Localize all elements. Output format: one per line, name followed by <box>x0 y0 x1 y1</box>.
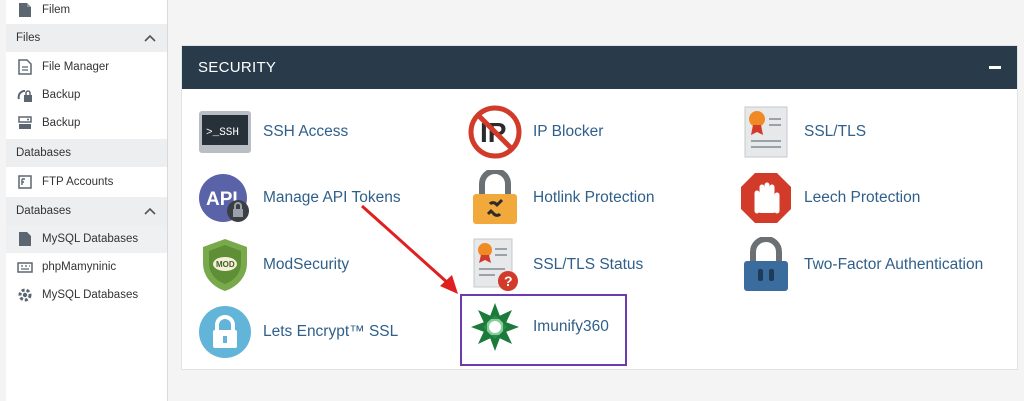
ip-blocker-icon: IP <box>467 104 523 160</box>
certificate-status-icon: ? <box>467 237 523 293</box>
highlight-box <box>460 294 627 366</box>
tool-ssl-tls[interactable]: SSL/TLS <box>738 104 866 160</box>
sidebar-item-mysql-databases-2[interactable]: MySQL Databases <box>6 281 167 309</box>
tool-label: Hotlink Protection <box>533 189 655 206</box>
tool-two-factor-authentication[interactable]: Two-Factor Authentication <box>738 237 983 293</box>
sidebar-item-label: Backup <box>42 89 81 101</box>
php-icon <box>16 258 34 276</box>
chevron-up-icon <box>144 34 156 42</box>
sidebar-item-label: MySQL Databases <box>42 289 139 301</box>
sidebar-item-mysql-databases[interactable]: MySQL Databases <box>6 225 167 253</box>
section-label: Files <box>16 32 41 44</box>
file-icon <box>16 1 34 19</box>
sidebar-item-label: phpMamyninic <box>42 261 117 273</box>
sidebar-item-phpmyadmin[interactable]: phpMamyninic <box>6 253 167 281</box>
api-icon: API <box>197 170 253 226</box>
sidebar-item-filem[interactable]: Filem <box>6 0 167 24</box>
shield-icon: MOD <box>197 237 253 293</box>
document-icon <box>16 58 34 76</box>
sidebar-item-label: Filem <box>42 4 71 16</box>
tool-leech-protection[interactable]: Leech Protection <box>738 170 920 226</box>
backup-drive-icon <box>16 114 34 132</box>
sidebar-item-label: File Manager <box>42 61 110 73</box>
svg-text:>_SSH: >_SSH <box>206 127 239 139</box>
sidebar-item-backup-2[interactable]: Backup <box>6 109 167 137</box>
tool-label: Leech Protection <box>804 189 921 206</box>
sidebar-item-label: FTP Accounts <box>42 176 114 188</box>
collapse-icon[interactable] <box>989 66 1001 69</box>
lets-encrypt-icon <box>197 304 253 360</box>
tool-label: Manage API Tokens <box>263 189 401 206</box>
tool-manage-api-tokens[interactable]: API Manage API Tokens <box>197 170 401 226</box>
padlock-icon <box>738 237 794 293</box>
tool-label: SSL/TLS <box>804 123 867 140</box>
sidebar-section-databases-2[interactable]: Databases <box>6 197 167 225</box>
tool-label: SSH Access <box>263 123 349 140</box>
tool-label: Lets Encrypt™ SSL <box>263 323 399 340</box>
terminal-icon: >_SSH <box>197 104 253 160</box>
tool-label: SSL/TLS Status <box>533 256 644 273</box>
sidebar-item-file-manager[interactable]: File Manager <box>6 53 167 81</box>
gear-icon <box>16 286 34 304</box>
sidebar: Filem Files File Manager Backup Backup D… <box>6 0 168 401</box>
sidebar-section-files[interactable]: Files <box>6 24 167 52</box>
tool-label: ModSecurity <box>263 256 350 273</box>
tool-ssl-tls-status[interactable]: ? SSL/TLS Status <box>467 237 643 293</box>
sidebar-section-databases-1[interactable]: Databases <box>6 139 167 167</box>
sidebar-item-backup-1[interactable]: Backup <box>6 81 167 109</box>
sidebar-item-label: Backup <box>42 117 81 129</box>
sidebar-item-label: MySQL Databases <box>42 233 139 245</box>
database-file-icon <box>16 230 34 248</box>
backup-lock-icon <box>16 86 34 104</box>
sidebar-item-ftp-accounts[interactable]: FTP Accounts <box>6 168 167 196</box>
ftp-icon <box>16 173 34 191</box>
panel-title: SECURITY <box>198 59 277 76</box>
tool-modsecurity[interactable]: MOD ModSecurity <box>197 237 349 293</box>
tool-label: Two-Factor Authentication <box>804 256 984 273</box>
panel-header[interactable]: SECURITY <box>182 46 1017 89</box>
tool-label: IP Blocker <box>533 123 604 140</box>
certificate-icon <box>738 104 794 160</box>
tool-lets-encrypt-ssl[interactable]: Lets Encrypt™ SSL <box>197 304 398 360</box>
lock-link-icon <box>467 170 523 226</box>
svg-text:MOD: MOD <box>216 260 235 269</box>
tool-ssh-access[interactable]: >_SSH SSH Access <box>197 104 348 160</box>
tool-hotlink-protection[interactable]: Hotlink Protection <box>467 170 654 226</box>
hand-stop-icon <box>738 170 794 226</box>
chevron-up-icon <box>144 207 156 215</box>
svg-text:?: ? <box>504 273 513 289</box>
section-label: Databases <box>16 147 71 159</box>
tool-ip-blocker[interactable]: IP IP Blocker <box>467 104 603 160</box>
section-label: Databases <box>16 205 71 217</box>
